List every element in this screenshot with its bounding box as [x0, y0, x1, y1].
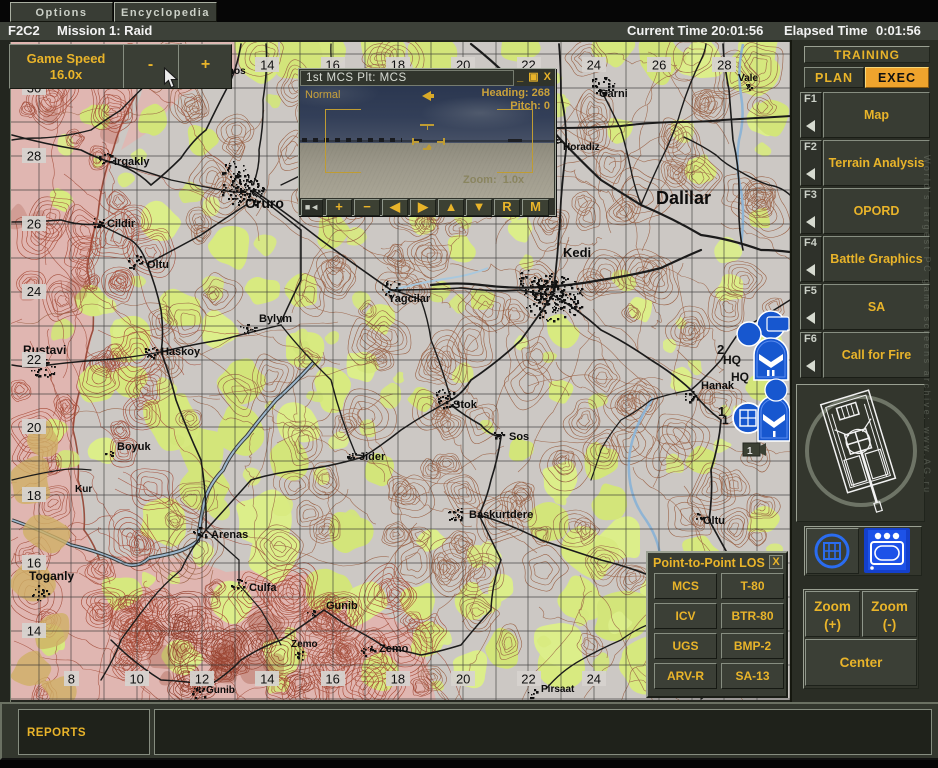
svg-text:16: 16 [325, 672, 339, 687]
svg-text:28: 28 [27, 149, 41, 164]
svg-text:1: 1 [722, 413, 729, 427]
svg-text:Sos: Sos [509, 431, 529, 443]
svg-text:Zemo: Zemo [379, 643, 409, 655]
svg-text:14: 14 [260, 672, 274, 687]
svg-text:Oruro: Oruro [245, 195, 284, 211]
svg-text:Oltu: Oltu [703, 515, 725, 527]
svg-text:24: 24 [587, 672, 601, 687]
svg-text:18: 18 [391, 672, 405, 687]
svg-text:Oltu: Oltu [147, 259, 169, 271]
svg-text:Toganly: Toganly [29, 569, 74, 583]
svg-text:22: 22 [521, 672, 535, 687]
svg-text:Baskurtdere: Baskurtdere [469, 509, 533, 521]
svg-text:1: 1 [747, 446, 753, 457]
svg-text:Gunib: Gunib [206, 685, 235, 696]
svg-text:Vale: Vale [738, 73, 758, 84]
svg-text:20: 20 [456, 672, 470, 687]
svg-text:Garni: Garni [599, 88, 628, 100]
svg-text:HQ: HQ [731, 370, 749, 384]
svg-text:Kedi: Kedi [563, 245, 591, 260]
svg-text:Culfa: Culfa [249, 582, 277, 594]
svg-text:Irgakly: Irgakly [114, 156, 150, 168]
svg-text:Stok: Stok [453, 399, 478, 411]
svg-text:26: 26 [27, 216, 41, 231]
svg-text:Bylym: Bylym [259, 313, 292, 325]
svg-text:Arenas: Arenas [211, 529, 248, 541]
svg-text:14: 14 [27, 624, 41, 639]
svg-text:Hanak: Hanak [701, 380, 735, 392]
svg-text:Jider: Jider [359, 451, 386, 463]
svg-text:HQ: HQ [723, 353, 741, 367]
svg-text:Cildir: Cildir [107, 218, 136, 230]
svg-text:Yagcilar: Yagcilar [388, 293, 431, 305]
svg-text:Gunib: Gunib [326, 600, 358, 612]
svg-text:Kur: Kur [75, 484, 92, 495]
svg-text:14: 14 [260, 58, 274, 73]
svg-text:24: 24 [27, 284, 41, 299]
svg-text:22: 22 [27, 352, 41, 367]
svg-text:Dalilar: Dalilar [656, 188, 711, 208]
svg-text:16: 16 [27, 556, 41, 571]
svg-text:Horadiz: Horadiz [563, 142, 600, 153]
svg-text:Pirsaat: Pirsaat [541, 684, 575, 695]
svg-text:26: 26 [652, 58, 666, 73]
svg-text:Boyuk: Boyuk [117, 441, 152, 453]
svg-text:18: 18 [27, 488, 41, 503]
svg-text:28: 28 [717, 58, 731, 73]
svg-text:8: 8 [68, 672, 75, 687]
svg-text:Haskoy: Haskoy [161, 346, 201, 358]
svg-text:Zemo: Zemo [291, 639, 318, 650]
svg-text:24: 24 [587, 58, 601, 73]
svg-text:10: 10 [129, 672, 143, 687]
svg-text:12: 12 [195, 672, 209, 687]
svg-text:20: 20 [27, 420, 41, 435]
